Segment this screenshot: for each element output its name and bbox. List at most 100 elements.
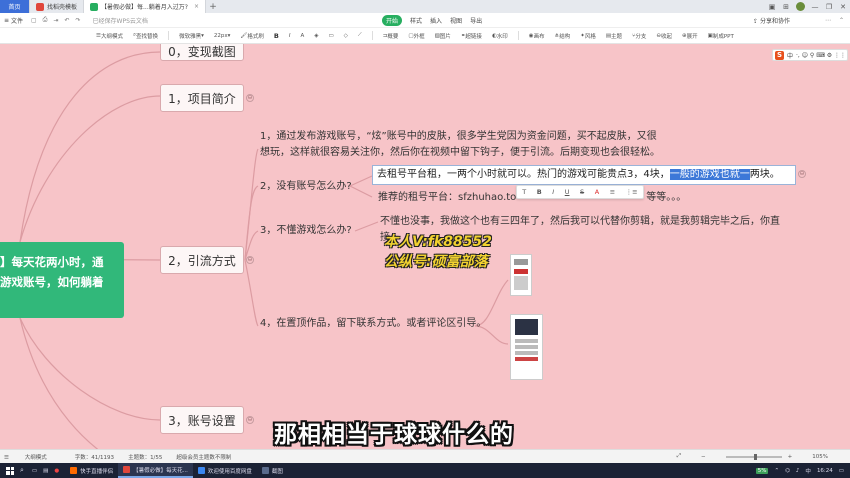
summary-button[interactable]: ⊐ 概要 (383, 32, 399, 40)
folder-icon[interactable]: ▤ (43, 468, 48, 474)
shape-button[interactable]: ◇ (344, 33, 348, 39)
network-icon[interactable]: ⌬ (785, 468, 790, 474)
fill-button[interactable]: ◈ (314, 33, 318, 39)
task-screenshot[interactable]: 截图 (257, 463, 288, 478)
font-size-select[interactable]: 22px ▾ (214, 33, 231, 39)
strikethrough-icon[interactable]: S (580, 188, 584, 196)
collapse-icon[interactable]: ⊖ (246, 416, 254, 424)
theme-button[interactable]: ▤ 主题 (606, 32, 622, 40)
gift-icon[interactable]: ⊞ (779, 3, 793, 11)
zoom-value[interactable]: 105% (812, 454, 828, 460)
branch-button[interactable]: ⑂ 分支 (632, 32, 646, 40)
watermark-button[interactable]: ◐ 水印 (492, 32, 508, 40)
ime-tools[interactable]: ·, ☺ ⚲ ⌨ ⚙ ⋮⋮ (796, 52, 846, 59)
zoom-in-button[interactable]: + (788, 454, 793, 460)
tab-home[interactable]: 首页 (0, 0, 30, 13)
collapse-button[interactable]: ⊖ 收起 (656, 32, 672, 40)
notification-icon[interactable]: ▭ (839, 468, 844, 474)
italic-icon[interactable]: I (552, 188, 554, 196)
fit-icon[interactable]: ⤢ (677, 453, 681, 460)
windows-start-icon[interactable] (6, 466, 14, 475)
task-kuaishou[interactable]: 快手直播伴侣 (65, 463, 118, 478)
bullet-list-icon[interactable]: ≡ (610, 188, 615, 196)
node-monetization[interactable]: 0，变现截图 (160, 44, 244, 61)
tab-document[interactable]: 【暑假必做】每...躺着月入过万? × (84, 0, 206, 13)
collapse-icon[interactable]: ⊖ (246, 256, 254, 264)
node-account-settings[interactable]: 3，账号设置 ⊖ (160, 406, 254, 434)
style-button[interactable]: ✦ 风格 (580, 32, 596, 40)
ime-indicator[interactable]: 中 (805, 467, 811, 475)
tab-export[interactable]: 导出 (470, 16, 482, 25)
layout-icon[interactable]: ▣ (765, 3, 779, 11)
node-project-intro[interactable]: 1，项目简介 ⊖ (160, 84, 254, 112)
screenshot-thumbnail-1[interactable] (510, 254, 532, 296)
print-icon[interactable]: ⎙ (43, 16, 48, 24)
save-icon[interactable]: ▢ (31, 17, 37, 24)
expand-button[interactable]: ⊕ 展开 (682, 32, 698, 40)
redo-icon[interactable]: ↷ (76, 17, 81, 24)
item4-text[interactable]: 4，在置顶作品，留下联系方式。或者评论区引导。 (260, 315, 486, 332)
structure-button[interactable]: ⋔ 结构 (555, 32, 571, 40)
clock[interactable]: 16:24 (817, 468, 833, 474)
outline-mode-status[interactable]: ☰ 大纲模式 (4, 453, 61, 461)
search-icon[interactable]: ⌕ (20, 466, 24, 475)
close-tab-icon[interactable]: × (194, 3, 199, 10)
close-button[interactable]: ✕ (836, 3, 850, 11)
root-node[interactable]: 】每天花两小时，通 游戏账号，如何躺着 (0, 242, 124, 318)
task-wps[interactable]: 【暑假必做】每天花... (118, 463, 193, 478)
tab-start[interactable]: 开始 (382, 14, 403, 26)
item3-text[interactable]: 3，不懂游戏怎么办? (260, 222, 352, 239)
text-style-icon[interactable]: T (522, 188, 526, 196)
new-tab-button[interactable]: + (206, 2, 220, 12)
outline-mode-button[interactable]: ☰ 大纲模式 (96, 32, 123, 40)
italic-button[interactable]: I (289, 33, 291, 39)
tab-template[interactable]: 找稻壳模板 (30, 0, 85, 13)
more-icon[interactable]: ⋯ (825, 17, 831, 24)
hyperlink-button[interactable]: ⚭ 超链接 (461, 32, 482, 40)
restore-button[interactable]: ❐ (822, 3, 836, 11)
member-notice[interactable]: 超级会员主题数不限制 (176, 453, 231, 461)
collapse-icon[interactable]: ⊖ (246, 94, 254, 102)
item1-text-line2[interactable]: 想玩，这样就很容易关注你，然后你在视频中留下钩子，便于引流。后期变现也会很轻松。 (260, 144, 660, 161)
task-baidu[interactable]: 欢迎使用百度网盘 (193, 463, 257, 478)
volume-icon[interactable]: ♪ (796, 468, 800, 474)
zoom-slider-thumb[interactable] (753, 453, 757, 460)
export-icon[interactable]: ⇥ (53, 17, 58, 24)
ime-language[interactable]: 中 (787, 51, 793, 60)
node-edit-input[interactable]: 去租号平台租，一两个小时就可以。热门的游戏可能贵点3，4块，一般的游戏也就一两块… (372, 165, 796, 185)
numbered-list-icon[interactable]: ⋮≡ (626, 188, 638, 196)
image-button[interactable]: ▨ 图片 (435, 32, 451, 40)
make-ppt-button[interactable]: ▣ 制成PPT (708, 32, 734, 40)
item1-text-line1[interactable]: 1，通过发布游戏账号，“炫”账号中的皮肤，很多学生党因为资金问题，买不起皮肤，又… (260, 128, 657, 145)
bold-icon[interactable]: B (537, 188, 542, 196)
canvas-button[interactable]: ◉ 画布 (529, 32, 545, 40)
app-icon[interactable]: ● (54, 468, 59, 474)
line-button[interactable]: ⟋ (358, 32, 362, 39)
font-color-icon[interactable]: A (595, 188, 599, 196)
mindmap-canvas[interactable]: 】每天花两小时，通 游戏账号，如何躺着 0，变现截图 1，项目简介 ⊖ 2，引流… (0, 44, 850, 449)
avatar[interactable] (796, 2, 805, 11)
tab-style[interactable]: 样式 (410, 16, 422, 25)
undo-icon[interactable]: ↶ (64, 17, 69, 24)
battery-indicator[interactable]: 5% (755, 467, 769, 474)
share-button[interactable]: ⇪ 分享和协作 (753, 16, 790, 25)
chevron-up-icon[interactable]: ⌃ (839, 17, 844, 24)
border-button[interactable]: ▭ (328, 33, 333, 39)
format-painter-button[interactable]: 🖌 格式刷 (240, 32, 264, 40)
ime-toolbar[interactable]: S 中 ·, ☺ ⚲ ⌨ ⚙ ⋮⋮ (772, 49, 848, 61)
frame-button[interactable]: ▢ 外框 (408, 32, 424, 40)
screenshot-thumbnail-2[interactable] (510, 314, 543, 380)
color-button[interactable]: A (300, 33, 304, 39)
tab-view[interactable]: 视图 (450, 16, 462, 25)
font-select[interactable]: 微软雅黑 ▾ (179, 32, 204, 40)
bold-button[interactable]: B (274, 32, 279, 40)
task-view-icon[interactable]: ▭ (32, 468, 37, 474)
tab-insert[interactable]: 插入 (430, 16, 442, 25)
zoom-slider[interactable] (725, 453, 782, 460)
item3-detail-line1[interactable]: 不懂也没事，我做这个也有三四年了，然后我可以代替你剪辑，就是我剪辑完毕之后，你直 (380, 213, 780, 230)
find-replace-button[interactable]: ⌕ 查找替换 (133, 32, 158, 40)
underline-icon[interactable]: U (565, 188, 570, 196)
item2-text[interactable]: 2，没有账号怎么办? (260, 178, 352, 195)
node-traffic[interactable]: 2，引流方式 ⊖ (160, 246, 254, 274)
zoom-out-button[interactable]: − (701, 454, 706, 460)
